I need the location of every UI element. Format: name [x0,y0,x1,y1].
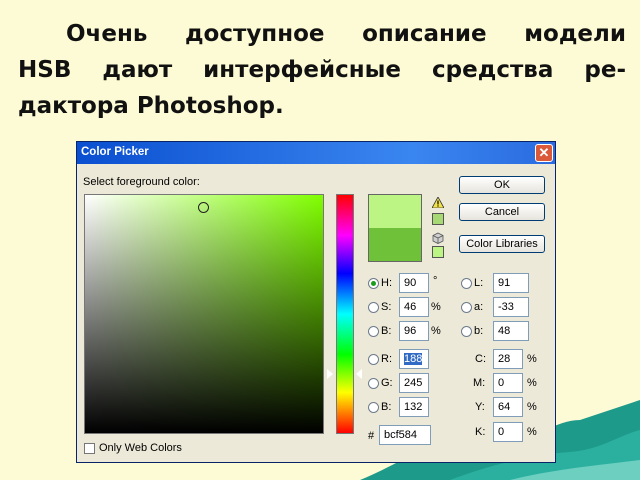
lab-l-label: L: [474,277,484,289]
blue-label: B: [381,401,392,413]
cyan-input[interactable]: 28 [493,349,523,369]
hue-slider[interactable] [336,194,354,434]
saturation-label: S: [381,301,392,313]
hue-input[interactable]: 90 [399,273,429,293]
black-input[interactable]: 0 [493,422,523,442]
green-label: G: [381,377,393,389]
slide-line-2: HSB дают интерфейсные средства ре- [18,57,626,83]
web-safe-cube-icon[interactable] [432,232,444,244]
color-libraries-button[interactable]: Color Libraries [459,235,545,253]
current-color-swatch[interactable] [368,228,422,262]
lab-a-input[interactable]: -33 [493,297,529,317]
green-input[interactable]: 245 [399,373,429,393]
slide-line-1: Очень доступное описание модели [66,21,626,47]
cyan-unit: % [527,353,537,365]
saturation-unit: % [431,301,441,313]
ok-button[interactable]: OK [459,176,545,194]
lab-a-radio[interactable] [461,302,472,313]
black-label: K: [475,426,486,438]
brightness-label: B: [381,325,392,337]
blue-radio[interactable] [368,402,379,413]
slide-line-3: дактора Photoshop. [18,93,284,119]
hue-slider-right-arrow[interactable] [356,369,362,379]
hex-input[interactable]: bcf584 [379,425,431,445]
brightness-radio[interactable] [368,326,379,337]
close-button[interactable]: ✕ [535,144,553,162]
lab-l-input[interactable]: 91 [493,273,529,293]
cyan-label: C: [475,353,486,365]
slide-paragraph: Очень доступное описание модели HSB дают… [18,16,626,124]
select-foreground-label: Select foreground color: [83,176,200,188]
yellow-input[interactable]: 64 [493,397,523,417]
hue-radio[interactable] [368,278,379,289]
yellow-unit: % [527,401,537,413]
magenta-unit: % [527,377,537,389]
magenta-input[interactable]: 0 [493,373,523,393]
hue-slider-left-arrow[interactable] [326,368,333,380]
hue-label: H: [381,277,392,289]
saturation-input[interactable]: 46 [399,297,429,317]
web-safe-color-swatch[interactable] [432,246,444,258]
only-web-colors-label: Only Web Colors [99,442,182,454]
hex-hash-label: # [368,430,375,442]
cancel-button[interactable]: Cancel [459,203,545,221]
red-input[interactable]: 188 [399,349,429,369]
black-unit: % [527,426,537,438]
color-picker-dialog: Color Picker ✕ Select foreground color: … [76,141,556,463]
blue-input[interactable]: 132 [399,397,429,417]
title-bar[interactable]: Color Picker ✕ [77,142,555,164]
lab-b-label: b: [474,325,484,337]
only-web-colors-checkbox[interactable] [84,443,95,454]
saturation-radio[interactable] [368,302,379,313]
dialog-title: Color Picker [81,146,149,158]
new-color-swatch [368,194,422,228]
close-icon: ✕ [538,145,550,160]
magenta-label: M: [473,377,486,389]
yellow-label: Y: [475,401,485,413]
red-label: R: [381,353,392,365]
lab-b-radio[interactable] [461,326,472,337]
out-of-gamut-warning-icon[interactable] [432,197,444,208]
hue-unit: ° [433,275,438,287]
color-picker-cursor[interactable] [198,202,209,213]
brightness-input[interactable]: 96 [399,321,429,341]
red-radio[interactable] [368,354,379,365]
lab-b-input[interactable]: 48 [493,321,529,341]
saturation-brightness-field[interactable] [84,194,324,434]
brightness-unit: % [431,325,441,337]
gamut-color-swatch[interactable] [432,213,444,225]
lab-a-label: a: [474,301,484,313]
lab-l-radio[interactable] [461,278,472,289]
green-radio[interactable] [368,378,379,389]
